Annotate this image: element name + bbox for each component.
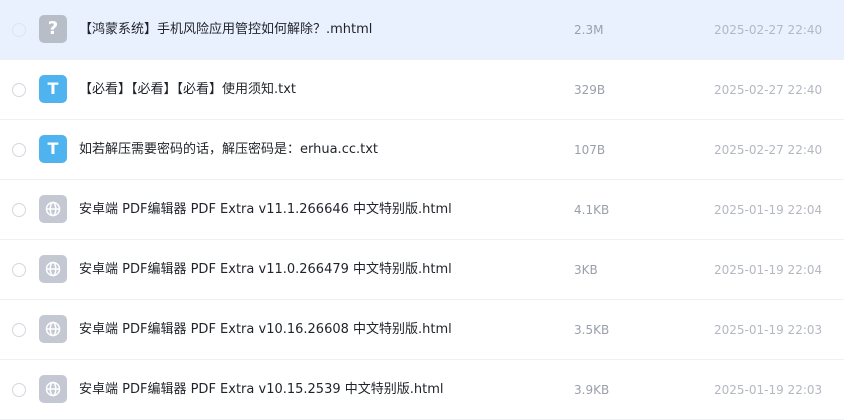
row-select-radio[interactable] bbox=[12, 143, 26, 157]
file-size: 3.9KB bbox=[574, 383, 610, 397]
file-row[interactable]: 安卓端 PDF编辑器 PDF Extra v11.1.266646 中文特别版.… bbox=[0, 180, 844, 240]
file-row[interactable]: T 【必看】【必看】【必看】使用须知.txt 329B 2025-02-27 2… bbox=[0, 60, 844, 120]
text-file-icon: T bbox=[39, 75, 67, 103]
web-file-icon bbox=[39, 255, 67, 283]
file-name[interactable]: 安卓端 PDF编辑器 PDF Extra v11.1.266646 中文特别版.… bbox=[79, 180, 452, 240]
file-size: 329B bbox=[574, 83, 606, 97]
row-select-radio[interactable] bbox=[12, 263, 26, 277]
text-file-icon: T bbox=[39, 135, 67, 163]
web-file-icon bbox=[39, 195, 67, 223]
file-row[interactable]: ? 【鸿蒙系统】手机风险应用管控如何解除？.mhtml 2.3M 2025-02… bbox=[0, 0, 844, 60]
file-size: 4.1KB bbox=[574, 203, 610, 217]
file-size: 107B bbox=[574, 143, 606, 157]
file-name[interactable]: 安卓端 PDF编辑器 PDF Extra v10.15.2539 中文特别版.h… bbox=[79, 360, 444, 420]
file-name[interactable]: 【必看】【必看】【必看】使用须知.txt bbox=[79, 60, 296, 120]
file-date: 2025-02-27 22:40 bbox=[714, 143, 823, 157]
file-name[interactable]: 安卓端 PDF编辑器 PDF Extra v10.16.26608 中文特别版.… bbox=[79, 300, 452, 360]
row-select-radio[interactable] bbox=[12, 203, 26, 217]
file-date: 2025-01-19 22:03 bbox=[714, 383, 823, 397]
file-row[interactable]: 安卓端 PDF编辑器 PDF Extra v10.15.2539 中文特别版.h… bbox=[0, 360, 844, 420]
web-file-icon bbox=[39, 315, 67, 343]
row-select-radio[interactable] bbox=[12, 23, 26, 37]
file-date: 2025-01-19 22:03 bbox=[714, 323, 823, 337]
web-file-icon bbox=[39, 375, 67, 403]
file-date: 2025-01-19 22:04 bbox=[714, 263, 823, 277]
file-size: 3.5KB bbox=[574, 323, 610, 337]
file-size: 3KB bbox=[574, 263, 598, 277]
file-name[interactable]: 【鸿蒙系统】手机风险应用管控如何解除？.mhtml bbox=[79, 0, 372, 60]
row-select-radio[interactable] bbox=[12, 83, 26, 97]
file-list: ? 【鸿蒙系统】手机风险应用管控如何解除？.mhtml 2.3M 2025-02… bbox=[0, 0, 844, 420]
file-row[interactable]: 安卓端 PDF编辑器 PDF Extra v11.0.266479 中文特别版.… bbox=[0, 240, 844, 300]
unknown-file-icon: ? bbox=[39, 15, 67, 43]
file-date: 2025-02-27 22:40 bbox=[714, 23, 823, 37]
file-row[interactable]: T 如若解压需要密码的话，解压密码是：erhua.cc.txt 107B 202… bbox=[0, 120, 844, 180]
file-name[interactable]: 安卓端 PDF编辑器 PDF Extra v11.0.266479 中文特别版.… bbox=[79, 240, 452, 300]
row-select-radio[interactable] bbox=[12, 323, 26, 337]
file-date: 2025-01-19 22:04 bbox=[714, 203, 823, 217]
file-date: 2025-02-27 22:40 bbox=[714, 83, 823, 97]
file-row[interactable]: 安卓端 PDF编辑器 PDF Extra v10.16.26608 中文特别版.… bbox=[0, 300, 844, 360]
row-select-radio[interactable] bbox=[12, 383, 26, 397]
file-name[interactable]: 如若解压需要密码的话，解压密码是：erhua.cc.txt bbox=[79, 120, 378, 180]
file-size: 2.3M bbox=[574, 23, 604, 37]
